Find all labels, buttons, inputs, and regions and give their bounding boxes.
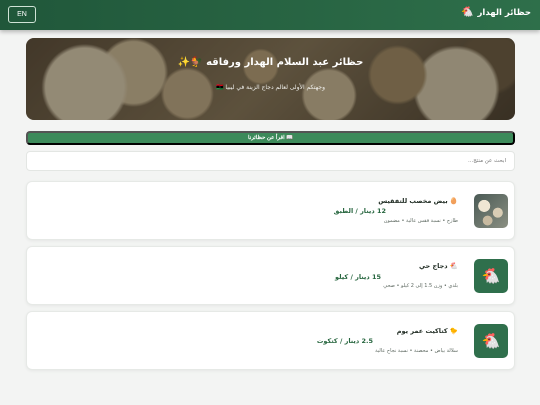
product-price: 12 دينار / الطبق (333, 207, 386, 215)
product-name: 🐤 كتاكيت عمر يوم (396, 327, 458, 335)
product-card[interactable]: 🐔 🐔 دجاج حي 15 دينار / كيلو بلدي • وزن 1… (26, 246, 515, 305)
chicken-icon: 🐔 (461, 7, 474, 18)
product-name: 🐔 دجاج حي (418, 262, 458, 270)
hero-banner: حظائر عبد السلام الهدار ورفاقه 🐓✨ وجهتكم… (26, 38, 515, 120)
hero-subtitle: وجهتكم الأولى لعالم دجاج الزينة في ليبيا… (215, 84, 326, 91)
about-button-label: 📖 اقرأ عن حظائرنا (248, 135, 293, 141)
top-bar: حظائر الهدار 🐔 EN (0, 0, 540, 30)
search-input[interactable] (26, 151, 515, 171)
product-price: 15 دينار / كيلو (335, 273, 381, 281)
hero-title: حظائر عبد السلام الهدار ورفاقه 🐓✨ (177, 57, 364, 68)
product-card[interactable]: 🥚 بيض مخصب للتفقيس 12 دينار / الطبق طازج… (26, 181, 515, 240)
product-card[interactable]: 🐔 🐤 كتاكيت عمر يوم 2.5 دينار / كتكوت سلا… (26, 311, 515, 370)
product-name: 🥚 بيض مخصب للتفقيس (378, 197, 458, 205)
product-price: 2.5 دينار / كتكوت (316, 337, 373, 345)
product-image-eggs (474, 194, 508, 228)
brand[interactable]: حظائر الهدار 🐔 (461, 7, 531, 18)
chicken-icon: 🐔 (474, 259, 508, 293)
chicken-icon: 🐔 (474, 324, 508, 358)
product-description: سلالة بياض • محصنة • نسبة نجاح عالية (375, 348, 458, 354)
brand-title: حظائر الهدار (477, 7, 531, 18)
about-farms-button[interactable]: 📖 اقرأ عن حظائرنا (26, 131, 515, 145)
language-toggle-button[interactable]: EN (8, 6, 36, 23)
product-description: بلدي • وزن 1.5 إلى 2 كيلو • صحي (383, 283, 458, 289)
product-description: طازج • نسبة فقس عالية • مضمون (383, 218, 458, 224)
